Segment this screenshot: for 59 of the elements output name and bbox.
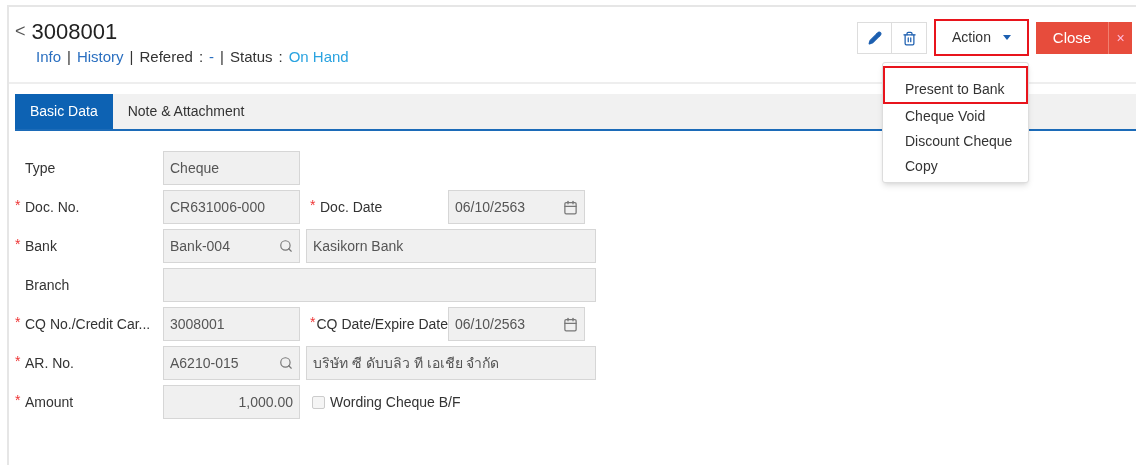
- search-icon[interactable]: [279, 356, 293, 370]
- field-label: CQ Date/Expire Date: [316, 314, 448, 334]
- required-mark: *: [310, 312, 317, 332]
- required-mark: *: [15, 390, 22, 410]
- amount-field[interactable]: 1,000.00: [163, 385, 300, 419]
- text-field[interactable]: [163, 268, 596, 302]
- tab[interactable]: Basic Data: [15, 94, 113, 129]
- calendar-icon[interactable]: [563, 316, 578, 332]
- date-field[interactable]: 06/10/2563: [448, 190, 585, 224]
- header-label: Status: [229, 47, 273, 67]
- header-link[interactable]: History: [76, 46, 124, 69]
- separator: |: [67, 47, 71, 67]
- lookup-field[interactable]: A6210-015: [163, 346, 300, 380]
- checkbox[interactable]: [312, 395, 325, 409]
- text-field[interactable]: CR631006-000: [163, 190, 300, 224]
- field-label: Branch: [25, 275, 70, 295]
- field-label: Amount: [25, 392, 74, 412]
- back-button[interactable]: <: [15, 18, 26, 45]
- field-label: Doc. Date: [320, 197, 383, 217]
- page-title: 3008001: [31, 18, 118, 46]
- menu-item[interactable]: Copy: [883, 154, 1028, 179]
- action-button[interactable]: Action: [934, 19, 1029, 56]
- date-field[interactable]: 06/10/2563: [448, 307, 585, 341]
- edit-button[interactable]: [857, 22, 892, 54]
- field-label: Doc. No.: [25, 197, 80, 217]
- header-label: :: [198, 47, 204, 67]
- separator: |: [129, 47, 134, 67]
- header-label: :: [278, 47, 283, 67]
- status-value: On Hand: [288, 47, 349, 67]
- menu-item[interactable]: Cheque Void: [883, 104, 1028, 129]
- required-mark: *: [15, 312, 22, 332]
- close-button[interactable]: Close: [1036, 22, 1108, 54]
- lookup-field[interactable]: Bank-004: [163, 229, 300, 263]
- checkbox-label: Wording Cheque B/F: [330, 392, 461, 412]
- text-field[interactable]: Kasikorn Bank: [306, 229, 596, 263]
- separator: |: [220, 47, 224, 67]
- text-field[interactable]: Cheque: [163, 151, 300, 185]
- delete-button[interactable]: [892, 22, 927, 54]
- caret-icon: [1002, 35, 1011, 40]
- field-label: Bank: [25, 236, 57, 256]
- header-label: Refered: [139, 47, 193, 67]
- field-label: Type: [25, 158, 56, 178]
- field-label: AR. No.: [25, 353, 74, 373]
- required-mark: *: [15, 195, 22, 215]
- tab[interactable]: Note & Attachment: [112, 94, 260, 129]
- text-field[interactable]: บริษัท ซี ดับบลิว ที เอเชีย จำกัด: [306, 346, 596, 380]
- menu-item[interactable]: Present to Bank: [883, 66, 1028, 104]
- required-mark: *: [15, 351, 22, 371]
- text-field[interactable]: 3008001: [163, 307, 300, 341]
- header-link[interactable]: -: [209, 46, 215, 69]
- required-mark: *: [310, 195, 317, 215]
- calendar-icon[interactable]: [563, 199, 578, 215]
- search-icon[interactable]: [279, 239, 293, 253]
- trash-icon: [901, 30, 917, 46]
- required-mark: *: [15, 234, 22, 254]
- header-link[interactable]: Info: [36, 46, 62, 69]
- pencil-icon: [867, 31, 882, 45]
- menu-item[interactable]: Discount Cheque: [883, 129, 1028, 154]
- field-label: CQ No./Credit Car...: [25, 314, 151, 334]
